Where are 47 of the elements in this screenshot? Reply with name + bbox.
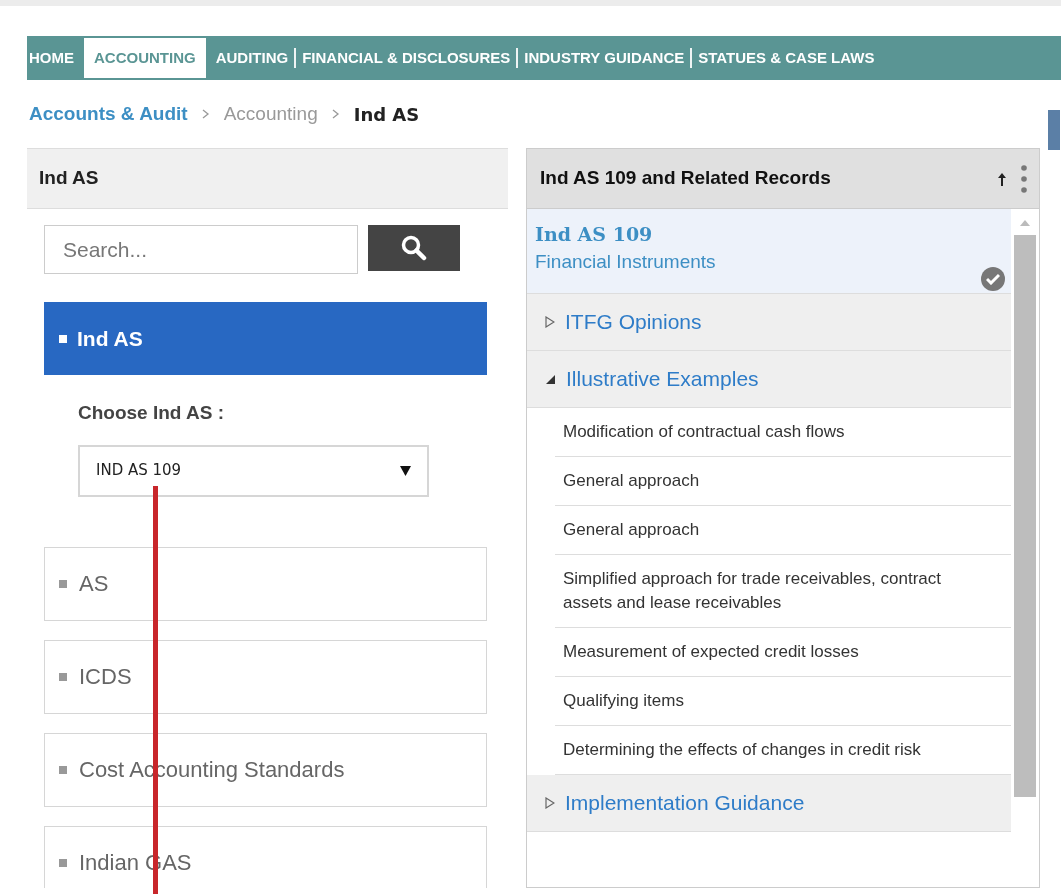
record-name: Financial Instruments	[535, 252, 717, 271]
nav-tab[interactable]: FINANCIAL & DISCLOSURES	[296, 48, 519, 68]
bullet-icon	[59, 858, 67, 867]
section-header[interactable]: ITFG Opinions	[527, 294, 1011, 351]
caret-icon	[400, 465, 411, 476]
nav-tab[interactable]: INDUSTRY GUIDANCE	[518, 48, 693, 68]
nav-tab[interactable]: ACCOUNTING	[84, 38, 206, 78]
category-label: Ind AS	[77, 325, 143, 352]
collapsed-triangle-icon	[545, 316, 555, 328]
breadcrumb-link[interactable]: Accounting	[223, 99, 318, 129]
more-icon[interactable]	[1021, 164, 1027, 193]
breadcrumb-link[interactable]: Accounts & Audit	[29, 99, 188, 129]
bullet-icon	[59, 334, 67, 343]
category-item[interactable]: Ind AS	[44, 302, 487, 375]
section-label: ITFG Opinions	[565, 309, 702, 336]
section-label: Implementation Guidance	[565, 790, 805, 817]
expanded-triangle-icon	[545, 373, 556, 385]
dropdown-value: IND AS 109	[96, 460, 182, 482]
category-label: AS	[79, 570, 109, 598]
search-button[interactable]	[368, 225, 460, 271]
chooser-label: Choose Ind AS :	[78, 401, 226, 425]
nav-tab[interactable]: HOME	[23, 48, 80, 68]
search-field[interactable]: Search...	[44, 225, 358, 274]
dropdown[interactable]: IND AS 109	[78, 444, 429, 497]
chevron-icon	[331, 109, 340, 119]
scroll-up-icon[interactable]	[1019, 219, 1031, 227]
bullet-icon	[59, 765, 67, 774]
chevron-icon	[201, 109, 210, 119]
section-header[interactable]: Implementation Guidance	[527, 775, 1011, 832]
search-icon	[401, 235, 427, 261]
category-item[interactable]: ICDS	[44, 639, 487, 714]
section-header[interactable]: Illustrative Examples	[527, 351, 1011, 408]
panel-title: Ind AS	[39, 166, 99, 191]
bullet-icon	[59, 579, 67, 588]
record-code: Ind AS 109	[535, 225, 654, 244]
section-label: Illustrative Examples	[566, 366, 759, 393]
category-label: ICDS	[79, 663, 132, 691]
nav-tab[interactable]: STATUES & CASE LAWS	[692, 48, 881, 68]
breadcrumb-current: Ind AS	[353, 102, 420, 127]
up-arrow-icon[interactable]	[997, 171, 1007, 186]
bullet-icon	[59, 672, 67, 681]
side-tab[interactable]	[1048, 110, 1060, 150]
collapsed-triangle-icon	[545, 797, 555, 809]
nav-tab[interactable]: AUDITING	[209, 48, 297, 68]
scrollbar-thumb[interactable]	[1014, 235, 1036, 797]
category-item[interactable]: AS	[44, 546, 487, 621]
panel-title: Ind AS 109 and Related Records	[540, 166, 831, 191]
